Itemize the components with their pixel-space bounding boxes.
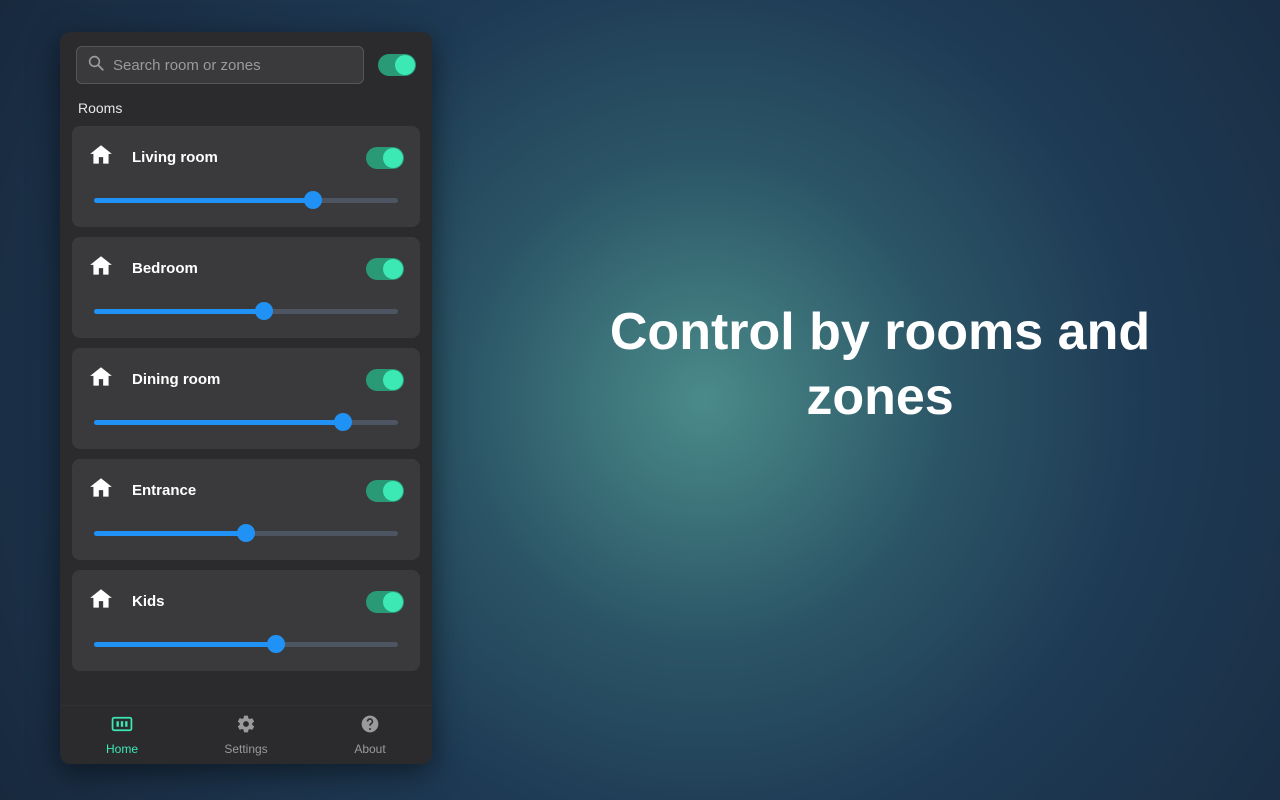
slider-fill [94, 642, 276, 647]
about-icon [360, 714, 380, 739]
room-card: Dining room [72, 348, 420, 449]
room-card: Bedroom [72, 237, 420, 338]
room-toggle[interactable] [366, 591, 404, 613]
slider-fill [94, 420, 343, 425]
room-head: Kids [88, 586, 404, 617]
search-icon [87, 54, 105, 77]
home-icon [88, 253, 114, 284]
slider-wrap [88, 617, 404, 653]
room-head: Dining room [88, 364, 404, 395]
room-name: Living room [132, 149, 348, 166]
search-box[interactable] [76, 46, 364, 84]
toggle-knob [383, 148, 403, 168]
brightness-slider[interactable] [94, 413, 398, 431]
slider-fill [94, 531, 246, 536]
slider-thumb[interactable] [304, 191, 322, 209]
top-bar [60, 32, 432, 94]
slider-wrap [88, 284, 404, 320]
slider-wrap [88, 173, 404, 209]
slider-wrap [88, 395, 404, 431]
room-card: Living room [72, 126, 420, 227]
brightness-slider[interactable] [94, 191, 398, 209]
master-toggle[interactable] [378, 54, 416, 76]
nav-label: About [354, 742, 385, 756]
nav-item-about[interactable]: About [308, 714, 432, 756]
brightness-slider[interactable] [94, 635, 398, 653]
slider-thumb[interactable] [267, 635, 285, 653]
slider-thumb[interactable] [334, 413, 352, 431]
room-name: Dining room [132, 371, 348, 388]
brightness-slider[interactable] [94, 524, 398, 542]
home-icon [88, 142, 114, 173]
toggle-knob [395, 55, 415, 75]
hero-text: Control by rooms and zones [540, 300, 1220, 430]
room-card: Kids [72, 570, 420, 671]
slider-wrap [88, 506, 404, 542]
room-head: Entrance [88, 475, 404, 506]
home-icon [88, 586, 114, 617]
slider-thumb[interactable] [255, 302, 273, 320]
room-toggle[interactable] [366, 369, 404, 391]
search-input[interactable] [113, 57, 353, 74]
room-card: Entrance [72, 459, 420, 560]
nav-label: Settings [224, 742, 267, 756]
toggle-knob [383, 259, 403, 279]
nav-item-home[interactable]: Home [60, 714, 184, 756]
toggle-knob [383, 370, 403, 390]
app-panel: Rooms Living room Bedroom [60, 32, 432, 764]
room-name: Kids [132, 593, 348, 610]
room-toggle[interactable] [366, 480, 404, 502]
room-toggle[interactable] [366, 258, 404, 280]
room-name: Entrance [132, 482, 348, 499]
slider-fill [94, 309, 264, 314]
room-head: Living room [88, 142, 404, 173]
bottom-nav: Home Settings About [60, 705, 432, 764]
brightness-slider[interactable] [94, 302, 398, 320]
nav-item-settings[interactable]: Settings [184, 714, 308, 756]
rooms-section-label: Rooms [60, 94, 432, 126]
room-name: Bedroom [132, 260, 348, 277]
toggle-knob [383, 592, 403, 612]
rooms-list: Living room Bedroom Dining room [60, 126, 432, 705]
room-toggle[interactable] [366, 147, 404, 169]
settings-icon [236, 714, 256, 739]
toggle-knob [383, 481, 403, 501]
slider-thumb[interactable] [237, 524, 255, 542]
room-head: Bedroom [88, 253, 404, 284]
nav-label: Home [106, 742, 138, 756]
home-icon [88, 475, 114, 506]
home-icon [88, 364, 114, 395]
slider-fill [94, 198, 313, 203]
home-icon [111, 714, 133, 739]
